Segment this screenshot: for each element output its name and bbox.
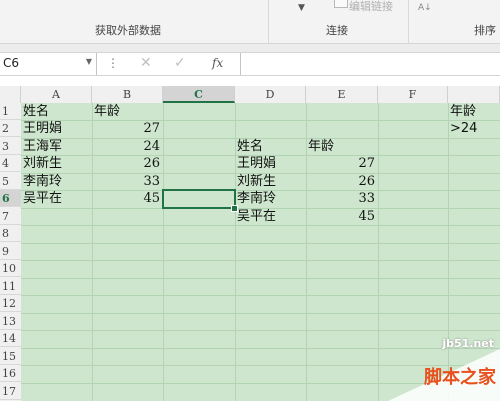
row-header[interactable]: 3 [0, 138, 21, 155]
cell-a6[interactable]: 吴平在 [21, 190, 92, 207]
row-header-selected[interactable]: 6 [0, 190, 21, 207]
selected-cell-c6[interactable] [162, 189, 236, 209]
grid-line [163, 103, 164, 401]
cell-b4[interactable]: 26 [92, 155, 163, 172]
grid-line [21, 260, 500, 261]
row-header[interactable]: 12 [0, 295, 21, 312]
row-header[interactable]: 17 [0, 383, 21, 400]
row-header[interactable]: 15 [0, 348, 21, 365]
cell-a3[interactable]: 王海军 [21, 138, 92, 155]
ribbon: 编辑链接 ▼ A↓ 获取外部数据 连接 排序 [0, 0, 500, 44]
row-header[interactable]: 8 [0, 225, 21, 242]
cell-b6[interactable]: 45 [92, 190, 163, 207]
formula-input[interactable] [240, 53, 500, 75]
sort-az-icon[interactable]: A↓ [418, 3, 432, 13]
row-header[interactable]: 16 [0, 365, 21, 382]
cell-e6[interactable]: 33 [306, 190, 378, 207]
more-vertical-icon[interactable]: ⋮ [107, 56, 119, 70]
row-header-bar: 1 2 3 4 5 6 7 8 9 10 11 12 13 14 15 16 1… [0, 103, 22, 401]
column-header-a[interactable]: A [21, 86, 92, 103]
grid-line [21, 243, 500, 244]
column-header-bar: A B C D E F [0, 86, 500, 104]
grid-line [21, 278, 500, 279]
cell-a4[interactable]: 刘新生 [21, 155, 92, 172]
grid-line [21, 330, 500, 331]
watermark-url: jb51.net [442, 337, 494, 350]
row-header[interactable]: 13 [0, 313, 21, 330]
group-label-connections: 连接 [326, 24, 348, 37]
cell-d5[interactable]: 刘新生 [235, 173, 306, 190]
ribbon-divider [408, 0, 409, 43]
watermark: jb51.net 脚本之家 [388, 335, 500, 401]
grid-line [21, 313, 500, 314]
watermark-brand: 脚本之家 [424, 367, 496, 388]
cell-b2[interactable]: 27 [92, 120, 163, 137]
cell-a2[interactable]: 王明娟 [21, 120, 92, 137]
name-box-value: C6 [3, 56, 20, 70]
row-header[interactable]: 7 [0, 208, 21, 225]
cell-d4[interactable]: 王明娟 [235, 155, 306, 172]
column-header-b[interactable]: B [92, 86, 163, 103]
edit-links-icon[interactable] [334, 0, 348, 8]
row-header[interactable]: 1 [0, 103, 21, 120]
cell-d3[interactable]: 姓名 [235, 138, 306, 155]
cell-b1[interactable]: 年龄 [92, 103, 163, 120]
row-header[interactable]: 11 [0, 278, 21, 295]
select-all-corner[interactable] [0, 86, 21, 103]
cell-a1[interactable]: 姓名 [21, 103, 92, 120]
row-header[interactable]: 14 [0, 330, 21, 347]
row-header[interactable]: 2 [0, 120, 21, 137]
cell-e5[interactable]: 26 [306, 173, 378, 190]
column-header-e[interactable]: E [306, 86, 378, 103]
group-label-sort: 排序 [474, 24, 496, 37]
cell-e4[interactable]: 27 [306, 155, 378, 172]
group-label-external-data: 获取外部数据 [95, 24, 161, 37]
grid-line [21, 225, 500, 226]
column-header-g[interactable] [448, 86, 500, 103]
cell-g2[interactable]: >24 [448, 120, 500, 137]
edit-links-label[interactable]: 编辑链接 [349, 0, 393, 14]
formula-buttons: ✕ ✓ fx [128, 53, 240, 75]
cell-a5[interactable]: 李南玲 [21, 173, 92, 190]
cell-d6[interactable]: 李南玲 [235, 190, 306, 207]
column-header-f[interactable]: F [378, 86, 448, 103]
ribbon-gap [0, 44, 500, 52]
row-header[interactable]: 10 [0, 260, 21, 277]
dropdown-arrow-icon[interactable]: ▼ [298, 3, 305, 13]
grid-line [21, 295, 500, 296]
grid-line [378, 103, 379, 401]
row-header[interactable]: 9 [0, 243, 21, 260]
cell-g1[interactable]: 年龄 [448, 103, 500, 120]
row-header[interactable]: 4 [0, 155, 21, 172]
cancel-icon[interactable]: ✕ [140, 55, 152, 71]
insert-function-icon[interactable]: fx [212, 56, 223, 70]
ribbon-divider [268, 0, 269, 43]
formula-bar: C6 ▼ ⋮ ✕ ✓ fx [0, 52, 500, 76]
row-header[interactable]: 5 [0, 173, 21, 190]
cell-b5[interactable]: 33 [92, 173, 163, 190]
enter-check-icon[interactable]: ✓ [174, 55, 186, 71]
chevron-down-icon[interactable]: ▼ [86, 57, 92, 66]
column-header-d[interactable]: D [235, 86, 306, 103]
cell-e7[interactable]: 45 [306, 208, 378, 225]
name-box[interactable]: C6 ▼ [0, 53, 97, 75]
cell-e3[interactable]: 年龄 [306, 138, 378, 155]
fill-handle[interactable] [231, 205, 238, 212]
column-header-c[interactable]: C [163, 86, 235, 103]
cell-b3[interactable]: 24 [92, 138, 163, 155]
cell-d7[interactable]: 吴平在 [235, 208, 306, 225]
